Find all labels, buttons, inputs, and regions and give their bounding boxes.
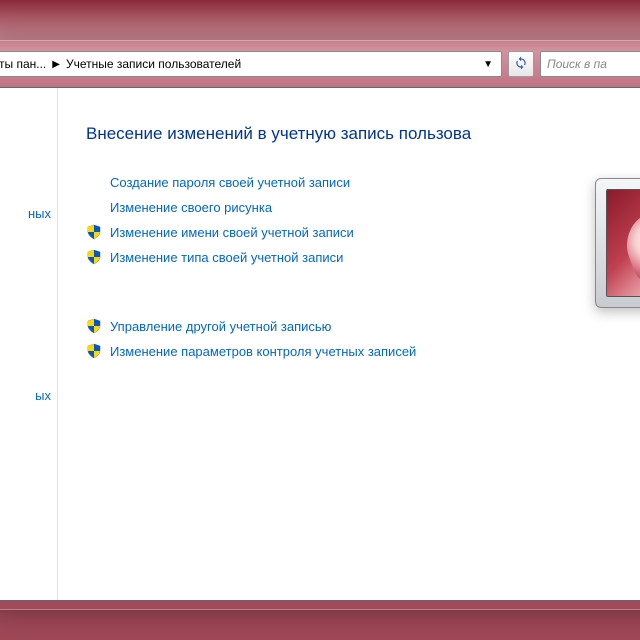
refresh-icon xyxy=(514,56,528,73)
search-placeholder: Поиск в па xyxy=(547,57,607,71)
link-change-type[interactable]: Изменение типа своей учетной записи xyxy=(110,250,343,265)
link-row-change-uac: Изменение параметров контроля учетных за… xyxy=(86,343,640,359)
user-avatar-image xyxy=(606,189,640,297)
spacer-icon xyxy=(86,199,102,215)
link-change-name[interactable]: Изменение имени своей учетной записи xyxy=(110,225,354,240)
uac-shield-icon xyxy=(86,318,102,334)
link-row-change-type: Изменение типа своей учетной записи xyxy=(86,249,640,265)
content-area: ных ых Внесение изменений в учетную запи… xyxy=(0,87,640,601)
control-panel-window: ты пан... ▶ Учетные записи пользователей… xyxy=(0,40,640,610)
page-title: Внесение изменений в учетную запись поль… xyxy=(86,124,640,144)
sidebar-item-2[interactable]: ых xyxy=(35,388,51,403)
action-links: Создание пароля своей учетной записи Изм… xyxy=(86,174,640,359)
spacer xyxy=(86,274,640,309)
link-row-manage-other: Управление другой учетной записью xyxy=(86,318,640,334)
breadcrumb-item-1[interactable]: ты пан... xyxy=(0,57,46,71)
link-manage-other[interactable]: Управление другой учетной записью xyxy=(110,319,331,334)
link-change-uac[interactable]: Изменение параметров контроля учетных за… xyxy=(110,344,416,359)
breadcrumb-bar[interactable]: ты пан... ▶ Учетные записи пользователей… xyxy=(0,51,502,77)
link-row-change-picture: Изменение своего рисунка xyxy=(86,199,640,215)
uac-shield-icon xyxy=(86,343,102,359)
search-input[interactable]: Поиск в па xyxy=(540,51,640,77)
main-panel: Внесение изменений в учетную запись поль… xyxy=(58,88,640,600)
uac-shield-icon xyxy=(86,224,102,240)
refresh-button[interactable] xyxy=(508,51,534,77)
spacer-icon xyxy=(86,174,102,190)
breadcrumb-item-2[interactable]: Учетные записи пользователей xyxy=(66,57,241,71)
link-row-create-password: Создание пароля своей учетной записи xyxy=(86,174,640,190)
breadcrumb-dropdown-icon[interactable]: ▼ xyxy=(479,59,497,70)
link-change-picture[interactable]: Изменение своего рисунка xyxy=(110,200,272,215)
breadcrumb-separator-icon: ▶ xyxy=(52,59,60,70)
sidebar-item-1[interactable]: ных xyxy=(28,206,51,221)
user-avatar-frame xyxy=(595,178,640,308)
uac-shield-icon xyxy=(86,249,102,265)
link-row-change-name: Изменение имени своей учетной записи xyxy=(86,224,640,240)
addressbar-row: ты пан... ▶ Учетные записи пользователей… xyxy=(0,49,640,79)
sidebar: ных ых xyxy=(0,88,58,600)
link-create-password[interactable]: Создание пароля своей учетной записи xyxy=(110,175,350,190)
